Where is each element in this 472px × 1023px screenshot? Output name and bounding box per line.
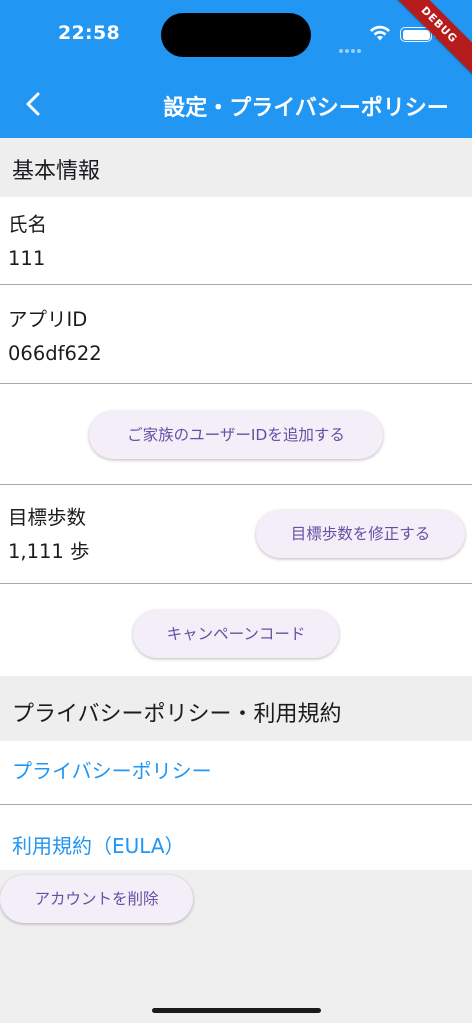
appid-field: アプリID 066df622: [0, 285, 472, 384]
name-value: 111: [8, 247, 46, 270]
section-basic-info: 基本情報: [0, 138, 472, 197]
back-arrow-icon[interactable]: [20, 90, 48, 118]
edit-goal-button[interactable]: 目標歩数を修正する: [256, 510, 465, 558]
name-label: 氏名: [8, 213, 48, 236]
name-field: 氏名 111: [0, 197, 472, 285]
dynamic-island: [161, 13, 311, 57]
status-time: 22:58: [58, 22, 120, 44]
eula-link[interactable]: 利用規約（EULA）: [0, 805, 472, 870]
home-indicator: [152, 1008, 321, 1013]
page-title: 設定・プライバシーポリシー: [163, 96, 449, 121]
appid-value: 066df622: [8, 342, 102, 365]
section-privacy: プライバシーポリシー・利用規約: [0, 676, 472, 741]
app-bar: 22:58 DEBUG 設定・プライバシーポリシー: [0, 0, 472, 138]
add-family-button[interactable]: ご家族のユーザーIDを追加する: [89, 411, 383, 459]
add-family-row: ご家族のユーザーIDを追加する: [0, 384, 472, 485]
settings-list: 基本情報 氏名 111 アプリID 066df622 ご家族のユーザーIDを追加…: [0, 138, 472, 930]
campaign-row: キャンペーンコード: [0, 584, 472, 676]
delete-account-row: アカウントを削除: [0, 870, 472, 930]
privacy-policy-link[interactable]: プライバシーポリシー: [0, 741, 472, 805]
campaign-code-button[interactable]: キャンペーンコード: [133, 610, 339, 658]
debug-banner: DEBUG: [378, 0, 472, 86]
appid-label: アプリID: [8, 308, 88, 331]
signal-icon: [339, 38, 365, 53]
wifi-icon: [370, 25, 390, 41]
delete-account-button[interactable]: アカウントを削除: [0, 875, 193, 923]
goal-steps-row: 目標歩数 1,111 歩 目標歩数を修正する: [0, 485, 472, 584]
